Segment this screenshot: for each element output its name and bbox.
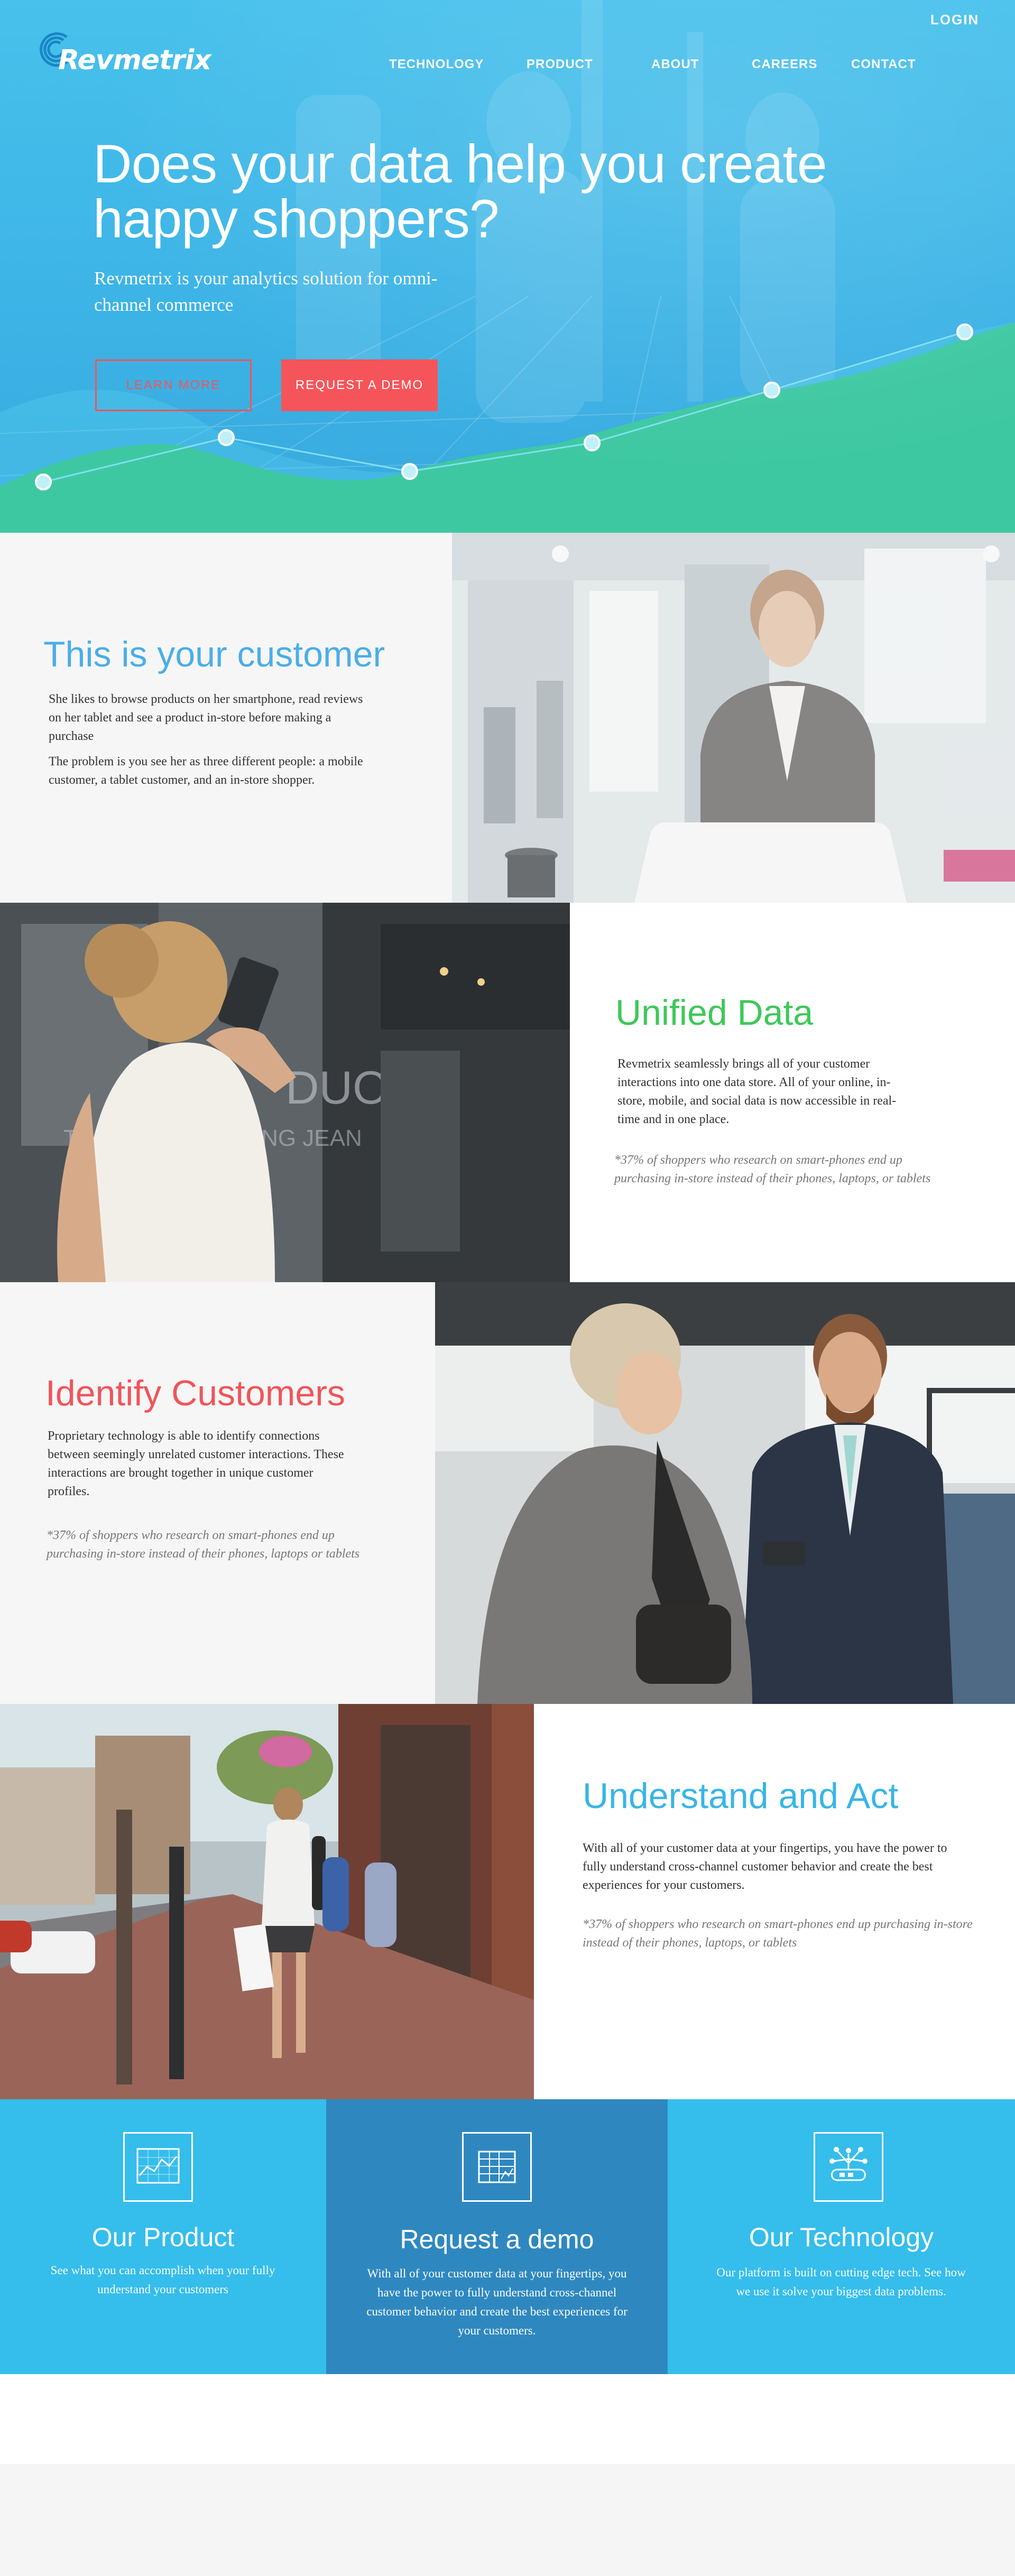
nav-technology[interactable]: TECHNOLOGY [389, 57, 484, 72]
chart-icon [123, 2132, 193, 2202]
tile-product-title: Our Product [91, 2222, 235, 2252]
tile-technology-title: Our Technology [749, 2222, 934, 2252]
identify-section: Identify Customers Proprietary technolog… [0, 1282, 1015, 1704]
understand-section: Understand and Act With all of your cust… [0, 1704, 1015, 2099]
customer-text-panel: This is your customer She likes to brows… [0, 533, 452, 903]
identify-text-panel: Identify Customers Proprietary technolog… [0, 1282, 435, 1704]
unified-data-section: DUONG THE OOKE LEGGING JEAN Unified Data… [0, 903, 1015, 1282]
nav-contact[interactable]: CONTACT [851, 57, 916, 72]
identify-note: *37% of shoppers who research on smart-p… [47, 1528, 360, 1561]
tile-request-demo[interactable]: Request a demo With all of your customer… [326, 2099, 668, 2374]
identify-photo [435, 1282, 1015, 1704]
login-link[interactable]: LOGIN [930, 12, 979, 28]
unified-title: Unified Data [615, 993, 814, 1033]
customer-section: This is your customer She likes to brows… [0, 533, 1015, 903]
nav-about[interactable]: ABOUT [651, 57, 699, 72]
unified-photo: DUONG THE OOKE LEGGING JEAN [0, 903, 570, 1282]
tile-our-product[interactable]: Our Product See what you can accomplish … [0, 2099, 326, 2374]
customer-photo [452, 533, 1015, 903]
understand-text-panel: Understand and Act With all of your cust… [534, 1704, 1015, 2099]
hero-subtitle: Revmetrix is your analytics solution for… [94, 268, 438, 315]
feature-tiles: Our Product See what you can accomplish … [0, 2099, 1015, 2374]
request-demo-button[interactable]: REQUEST A DEMO [281, 359, 438, 411]
unified-note: *37% of shoppers who research on smart-p… [614, 1153, 931, 1185]
store-associate-image [435, 1282, 1015, 1704]
network-icon [814, 2132, 883, 2202]
identify-title: Identify Customers [45, 1373, 345, 1413]
understand-photo [0, 1704, 534, 2099]
spreadsheet-icon [462, 2132, 532, 2202]
tile-product-text: See what you can accomplish when your fu… [50, 2264, 275, 2296]
woman-laptop-image [452, 533, 1015, 903]
woman-phone-window-image: DUONG THE OOKE LEGGING JEAN [0, 903, 570, 1282]
tile-demo-title: Request a demo [400, 2225, 594, 2254]
identify-body: Proprietary technology is able to identi… [48, 1429, 344, 1498]
nav-careers[interactable]: CAREERS [752, 57, 817, 72]
unified-body: Revmetrix seamlessly brings all of your … [617, 1057, 897, 1126]
learn-more-button[interactable]: LEARN MORE [95, 359, 252, 411]
unified-text-panel: Unified Data Revmetrix seamlessly brings… [570, 903, 1015, 1282]
customer-paragraph-1: She likes to browse products on her smar… [49, 692, 363, 743]
understand-body: With all of your customer data at your f… [583, 1841, 947, 1892]
hero-section: Revmetrix LOGIN TECHNOLOGY PRODUCT ABOUT… [0, 0, 1015, 533]
tile-our-technology[interactable]: Our Technology Our platform is built on … [668, 2099, 1015, 2374]
customer-paragraph-2: The problem is you see her as three diff… [49, 755, 363, 787]
customer-title: This is your customer [43, 634, 385, 674]
tile-technology-text: Our platform is built on cutting edge te… [716, 2266, 966, 2298]
tile-demo-text: With all of your customer data at your f… [366, 2267, 628, 2337]
understand-title: Understand and Act [583, 1776, 899, 1816]
main-nav: TECHNOLOGY PRODUCT ABOUT CAREERS CONTACT [0, 57, 1015, 78]
footer-band [0, 2464, 1015, 2576]
nav-product[interactable]: PRODUCT [527, 57, 593, 72]
understand-note: *37% of shoppers who research on smart-p… [583, 1917, 973, 1950]
street-shopper-image [0, 1704, 534, 2099]
hero-title: Does your data help you create happy sho… [93, 134, 827, 249]
